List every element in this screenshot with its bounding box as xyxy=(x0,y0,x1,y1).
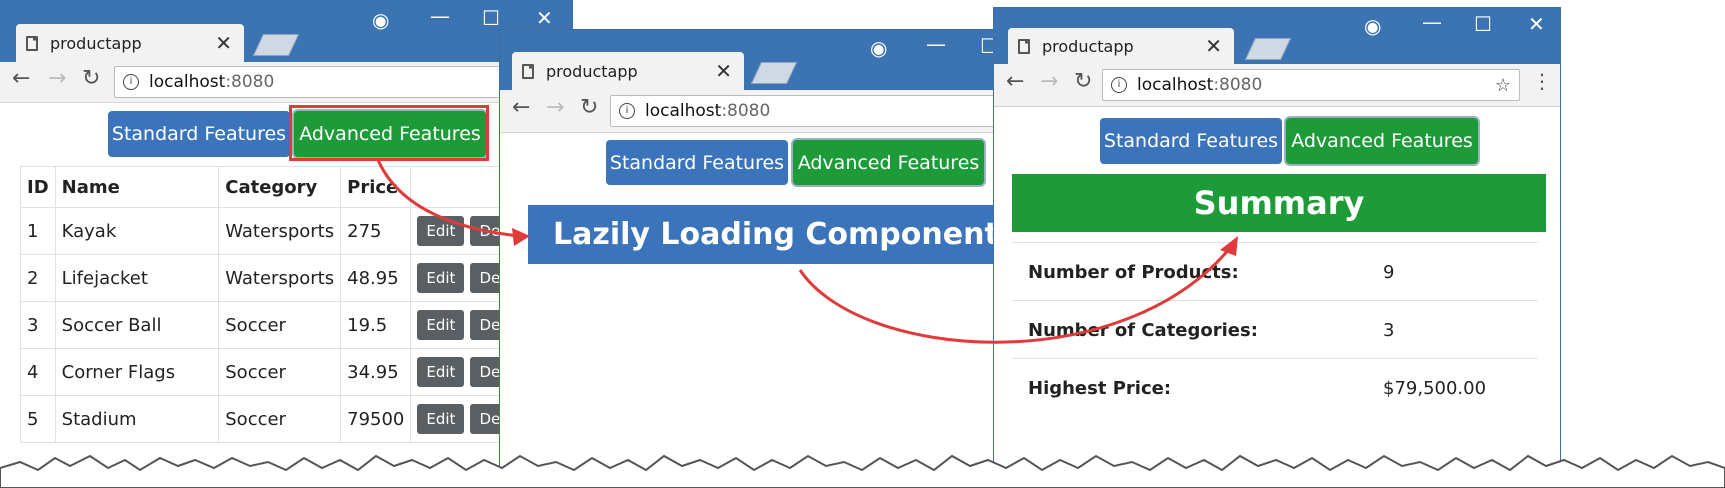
arrow-to-summary xyxy=(798,247,1232,344)
arrow-to-loading xyxy=(376,159,521,238)
annotation-arrows xyxy=(376,159,1238,344)
arrow-head xyxy=(1220,236,1238,256)
arrow-head xyxy=(512,228,530,246)
